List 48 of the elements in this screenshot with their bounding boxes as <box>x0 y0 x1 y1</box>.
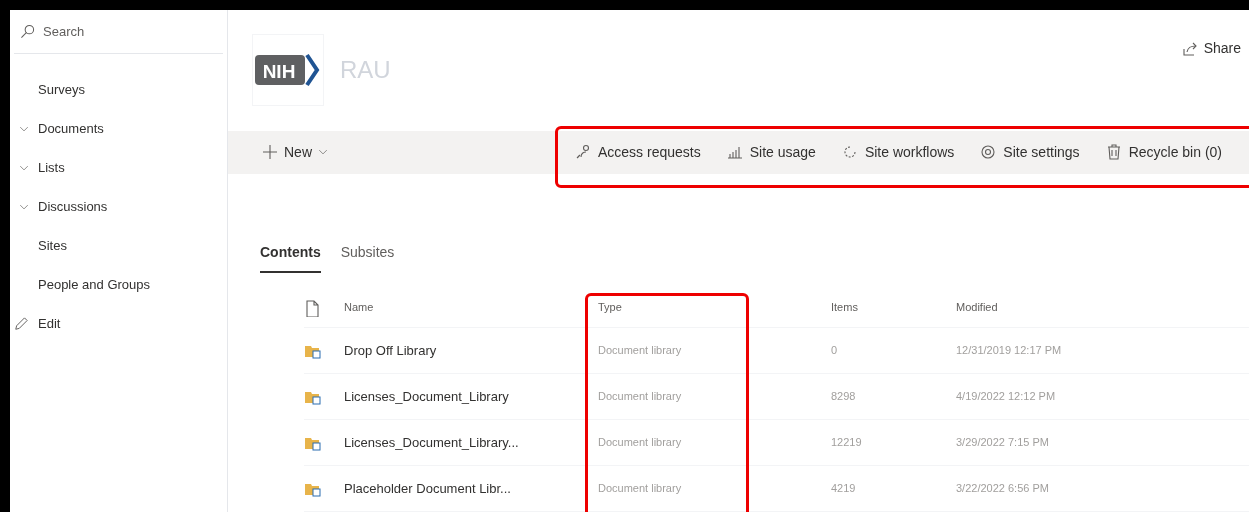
table-cell-text: 8298 <box>831 389 857 405</box>
toolbar-button[interactable]: Site workflows <box>841 141 955 163</box>
share-button[interactable]: Share <box>1181 38 1241 59</box>
column-header[interactable]: Type <box>598 299 831 316</box>
nav-link[interactable]: Lists <box>10 148 227 187</box>
trash-icon <box>1105 144 1122 161</box>
nav-link[interactable]: Surveys <box>10 70 227 109</box>
tab[interactable]: Contents <box>260 242 321 273</box>
column-header[interactable]: Items <box>831 299 956 316</box>
table-cell-text: 3/29/2022 7:15 PM <box>956 435 1050 451</box>
nav-link[interactable]: Documents <box>10 109 227 148</box>
table-cell-text: 4219 <box>831 481 857 497</box>
item-name-link[interactable]: Licenses_Document_Library <box>344 386 598 407</box>
table-cell-text: Document library <box>598 481 683 497</box>
chart-icon <box>726 144 743 161</box>
column-header[interactable]: Modified <box>956 299 1156 316</box>
settings-icon <box>980 144 997 161</box>
column-header[interactable]: Name <box>344 299 598 316</box>
logo: NIH <box>252 34 324 107</box>
new-button[interactable]: New <box>262 141 575 163</box>
search-field[interactable]: Search <box>43 21 203 42</box>
table-cell-text: 12219 <box>831 435 863 451</box>
table-cell-text: Document library <box>598 343 683 359</box>
nav-link[interactable]: Discussions <box>10 187 227 226</box>
table-cell-text: 4/19/2022 12:12 PM <box>956 389 1057 405</box>
table-cell-text: 3/22/2022 6:56 PM <box>956 481 1050 497</box>
toolbar-button[interactable]: Site settings <box>980 141 1080 163</box>
person-key-icon <box>575 144 591 161</box>
tab[interactable]: Subsites <box>340 242 395 273</box>
table-cell-text: Document library <box>598 389 683 405</box>
search-icon <box>20 24 35 39</box>
nav-link[interactable]: Sites <box>10 226 227 265</box>
toolbar-button[interactable]: Site usage <box>726 141 816 163</box>
pencil-icon <box>14 316 28 331</box>
refresh-icon <box>841 144 858 161</box>
plus-icon <box>262 144 278 161</box>
item-name-link[interactable]: Drop Off Library <box>344 340 598 361</box>
toolbar-button[interactable]: Access requests <box>575 141 701 163</box>
edit-link[interactable]: Edit <box>10 304 227 343</box>
share-icon <box>1181 40 1198 57</box>
toolbar-button[interactable]: Recycle bin (0) <box>1105 141 1222 163</box>
item-name-link[interactable]: Licenses_Document_Library... <box>344 432 598 453</box>
nav-link[interactable]: People and Groups <box>10 265 227 304</box>
item-name-link[interactable]: Placeholder Document Libr... <box>344 478 598 499</box>
table-cell-text: 12/31/2019 12:17 PM <box>956 343 1063 359</box>
table-cell-text: Document library <box>598 435 683 451</box>
document-icon <box>304 298 320 317</box>
table-cell-text: 0 <box>831 343 839 359</box>
